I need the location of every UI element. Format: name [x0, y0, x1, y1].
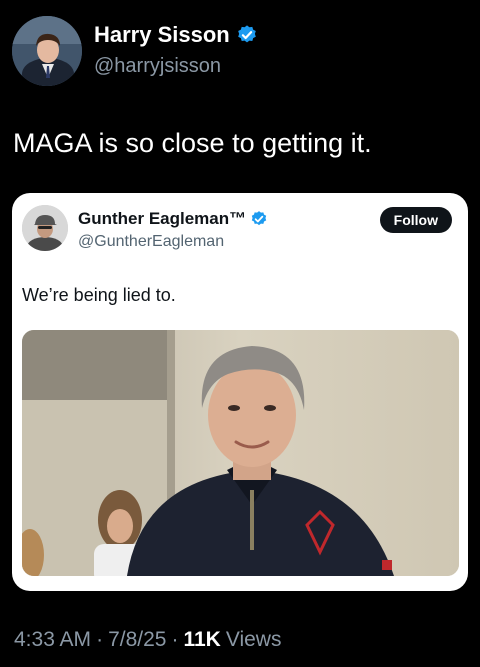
quoted-name-row: Gunther Eagleman™	[78, 209, 268, 229]
meta-separator: ·	[171, 628, 179, 651]
quoted-media-image[interactable]	[22, 330, 459, 576]
verified-badge-icon	[237, 25, 256, 43]
author-handle[interactable]: @harryjsisson	[94, 55, 221, 78]
author-avatar-photo	[12, 16, 82, 86]
tweet-time[interactable]: 4:33 AM	[14, 628, 91, 652]
quoted-tweet-card[interactable]: Gunther Eagleman™ @GuntherEagleman Follo…	[12, 193, 468, 591]
tweet-text: MAGA is so close to getting it.	[13, 128, 372, 158]
author-name-row: Harry Sisson	[94, 22, 258, 48]
meta-separator: ·	[96, 628, 104, 651]
tweet-date[interactable]: 7/8/25	[108, 628, 166, 652]
author-avatar[interactable]	[12, 16, 82, 86]
media-photo	[22, 330, 459, 576]
views-count[interactable]: 11K	[183, 628, 220, 652]
tweet-meta: 4:33 AM · 7/8/25 · 11K Views	[14, 628, 281, 652]
follow-button[interactable]: Follow	[379, 207, 452, 233]
quoted-avatar-photo	[22, 205, 68, 251]
quoted-tweet-text: We’re being lied to.	[22, 285, 176, 305]
quoted-handle[interactable]: @GuntherEagleman	[78, 233, 224, 251]
views-label: Views	[225, 628, 282, 651]
quoted-verified-badge-icon	[251, 211, 267, 226]
quoted-author-avatar[interactable]	[22, 205, 68, 251]
author-display-name[interactable]: Harry Sisson	[94, 22, 230, 48]
quoted-display-name[interactable]: Gunther Eagleman™	[78, 209, 246, 229]
